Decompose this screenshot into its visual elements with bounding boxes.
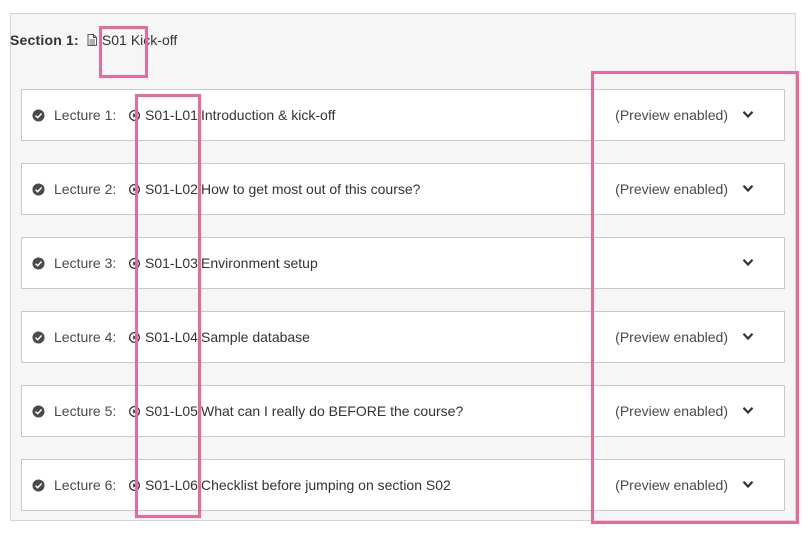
play-circle-icon [129, 332, 140, 343]
check-circle-icon [32, 183, 45, 196]
section-label: Section 1: [10, 32, 79, 48]
lecture-code: S01-L04 [145, 329, 198, 345]
section-header[interactable]: Section 1: S01 Kick-off [10, 30, 177, 50]
check-circle-icon [32, 257, 45, 270]
check-circle-icon [32, 405, 45, 418]
preview-label[interactable]: (Preview enabled) [615, 477, 728, 493]
lecture-row[interactable]: Lecture 5: S01-L05 What can I really do … [21, 385, 785, 437]
chevron-down-icon[interactable] [742, 480, 754, 489]
lecture-label: Lecture 4: [54, 329, 117, 345]
lecture-row[interactable]: Lecture 3: S01-L03 Environment setup [21, 237, 785, 289]
check-circle-icon [32, 479, 45, 492]
preview-label[interactable]: (Preview enabled) [615, 403, 728, 419]
preview-label[interactable]: (Preview enabled) [615, 181, 728, 197]
lecture-code: S01-L05 [145, 403, 198, 419]
lecture-label: Lecture 6: [54, 477, 117, 493]
lecture-row[interactable]: Lecture 6: S01-L06 Checklist before jump… [21, 459, 785, 511]
lecture-title[interactable]: Introduction & kick-off [201, 107, 335, 123]
chevron-down-icon[interactable] [742, 332, 754, 341]
check-circle-icon [32, 109, 45, 122]
lecture-code: S01-L06 [145, 477, 198, 493]
play-circle-icon [129, 184, 140, 195]
lecture-title[interactable]: Checklist before jumping on section S02 [201, 477, 451, 493]
lecture-label: Lecture 2: [54, 181, 117, 197]
lecture-label: Lecture 1: [54, 107, 117, 123]
lecture-title[interactable]: Environment setup [201, 255, 318, 271]
lecture-label: Lecture 3: [54, 255, 117, 271]
lecture-code: S01-L03 [145, 255, 198, 271]
play-circle-icon [129, 406, 140, 417]
play-circle-icon [129, 258, 140, 269]
lecture-title[interactable]: Sample database [201, 329, 310, 345]
chevron-down-icon[interactable] [742, 110, 754, 119]
check-circle-icon [32, 331, 45, 344]
lecture-title[interactable]: How to get most out of this course? [201, 181, 420, 197]
lecture-code: S01-L02 [145, 181, 198, 197]
document-icon [87, 34, 97, 46]
chevron-down-icon[interactable] [742, 406, 754, 415]
lecture-label: Lecture 5: [54, 403, 117, 419]
lecture-row[interactable]: Lecture 4: S01-L04 Sample database (Prev… [21, 311, 785, 363]
lecture-row[interactable]: Lecture 2: S01-L02 How to get most out o… [21, 163, 785, 215]
chevron-down-icon[interactable] [742, 258, 754, 267]
section-title: Kick-off [130, 32, 178, 48]
preview-label[interactable]: (Preview enabled) [615, 107, 728, 123]
lecture-title[interactable]: What can I really do BEFORE the course? [201, 403, 463, 419]
lecture-row[interactable]: Lecture 1: S01-L01 Introduction & kick-o… [21, 89, 785, 141]
preview-label[interactable]: (Preview enabled) [615, 329, 728, 345]
section-code: S01 [101, 32, 127, 48]
play-circle-icon [129, 110, 140, 121]
play-circle-icon [129, 480, 140, 491]
chevron-down-icon[interactable] [742, 184, 754, 193]
lecture-code: S01-L01 [145, 107, 198, 123]
